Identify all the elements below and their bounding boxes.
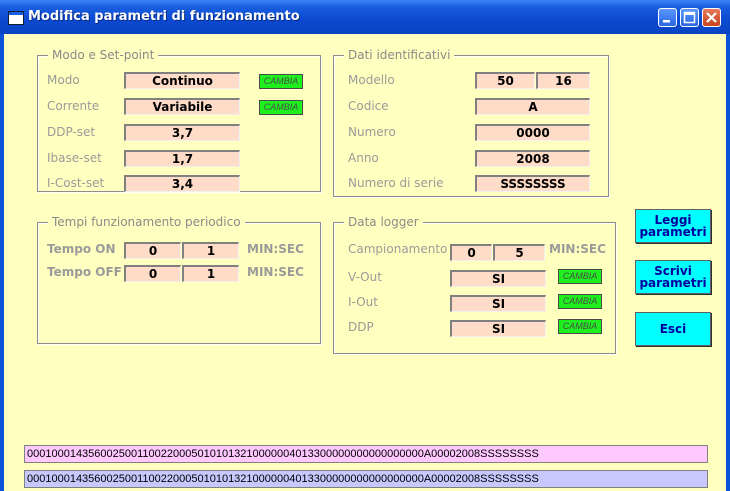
v-out-label: V-Out	[348, 270, 382, 284]
icost-set-field[interactable]: 3,4	[124, 175, 240, 192]
ddp-set-field[interactable]: 3,7	[124, 124, 240, 141]
campionamento-unit: MIN:SEC	[549, 242, 606, 256]
tempo-off-unit: MIN:SEC	[247, 265, 304, 279]
client-area: Modo e Set-point Modo Continuo CAMBIA Co…	[4, 34, 726, 491]
window-icon	[8, 11, 24, 25]
minimize-icon	[663, 20, 670, 23]
ibase-set-field[interactable]: 1,7	[124, 150, 240, 167]
modo-field[interactable]: Continuo	[124, 72, 240, 89]
icost-set-label: I-Cost-set	[47, 176, 105, 190]
group-title: Modo e Set-point	[48, 48, 159, 62]
tempi-group: Tempi funzionamento periodico	[37, 215, 321, 344]
modo-label: Modo	[47, 73, 80, 87]
numero-field[interactable]: 0000	[475, 124, 590, 141]
group-title: Dati identificativi	[344, 48, 455, 62]
modello-field-b[interactable]: 16	[536, 72, 590, 89]
ddp-field[interactable]: SI	[450, 320, 546, 337]
tempo-on-label: Tempo ON	[47, 242, 116, 256]
cambia-corrente-button[interactable]: CAMBIA	[259, 100, 303, 115]
tempo-off-label: Tempo OFF	[47, 265, 122, 279]
campionamento-label: Campionamento	[348, 242, 448, 256]
tempo-off-min-field[interactable]: 0	[124, 265, 181, 282]
ddp-set-label: DDP-set	[47, 125, 96, 139]
anno-field[interactable]: 2008	[475, 150, 590, 167]
parameter-string-2: 0001000143560025001100220005010101321000…	[24, 470, 708, 488]
minimize-button[interactable]	[658, 8, 677, 27]
ibase-set-label: Ibase-set	[47, 151, 102, 165]
campionamento-sec-field[interactable]: 5	[493, 244, 545, 261]
corrente-label: Corrente	[47, 99, 100, 113]
group-title: Data logger	[344, 215, 423, 229]
maximize-icon	[683, 11, 696, 24]
close-icon	[706, 12, 717, 23]
maximize-button[interactable]	[680, 8, 699, 27]
leggi-parametri-button[interactable]: Leggi parametri	[635, 209, 711, 243]
cambia-i-out-button[interactable]: CAMBIA	[558, 294, 602, 309]
numero-serie-field[interactable]: SSSSSSSS	[475, 175, 590, 192]
tempo-off-sec-field[interactable]: 1	[182, 265, 239, 282]
ddp-label: DDP	[348, 320, 374, 334]
cambia-modo-button[interactable]: CAMBIA	[259, 74, 303, 89]
leggi-label-line2: parametri	[639, 225, 707, 239]
v-out-field[interactable]: SI	[450, 270, 546, 287]
modello-label: Modello	[348, 73, 395, 87]
tempo-on-sec-field[interactable]: 1	[182, 242, 239, 259]
scrivi-label-line2: parametri	[639, 276, 707, 290]
codice-field[interactable]: A	[475, 98, 590, 115]
corrente-field[interactable]: Variabile	[124, 98, 240, 115]
codice-label: Codice	[348, 99, 389, 113]
tempo-on-unit: MIN:SEC	[247, 242, 304, 256]
scrivi-parametri-button[interactable]: Scrivi parametri	[635, 260, 711, 294]
tempo-on-min-field[interactable]: 0	[124, 242, 181, 259]
i-out-field[interactable]: SI	[450, 295, 546, 312]
i-out-label: I-Out	[348, 295, 378, 309]
cambia-ddp-button[interactable]: CAMBIA	[558, 319, 602, 334]
campionamento-min-field[interactable]: 0	[450, 244, 492, 261]
title-bar[interactable]: Modifica parametri di funzionamento	[0, 0, 730, 34]
close-button[interactable]	[702, 8, 721, 27]
group-title: Tempi funzionamento periodico	[48, 215, 245, 229]
modello-field-a[interactable]: 50	[475, 72, 535, 89]
numero-serie-label: Numero di serie	[348, 176, 444, 190]
cambia-v-out-button[interactable]: CAMBIA	[558, 269, 602, 284]
esci-button[interactable]: Esci	[635, 312, 711, 346]
anno-label: Anno	[348, 151, 379, 165]
window-title: Modifica parametri di funzionamento	[28, 9, 300, 24]
app-window: Modifica parametri di funzionamento Modo…	[0, 0, 730, 491]
numero-label: Numero	[348, 125, 396, 139]
parameter-string-1: 0001000143560025001100220005010101321000…	[24, 445, 708, 463]
